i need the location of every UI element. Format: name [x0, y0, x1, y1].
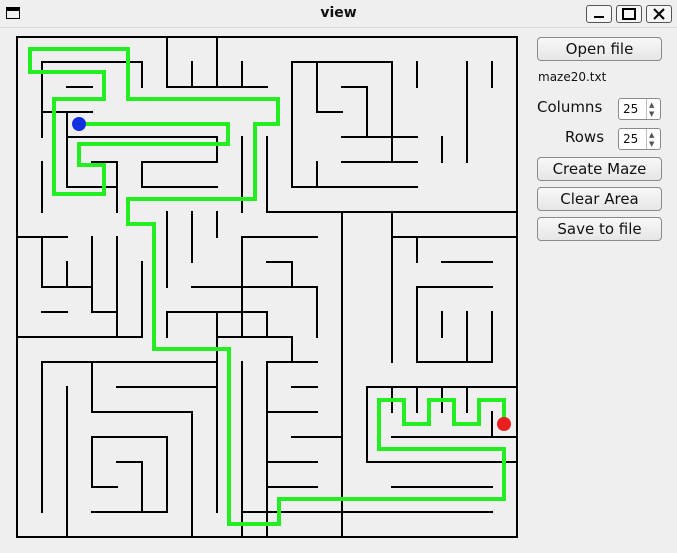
- save-file-button[interactable]: Save to file: [537, 217, 662, 241]
- minimize-button[interactable]: [586, 5, 612, 23]
- maze-grid[interactable]: [13, 32, 522, 541]
- maze-canvas[interactable]: [13, 32, 522, 541]
- rows-up-icon[interactable]: ▲: [649, 131, 654, 139]
- maximize-icon: [622, 8, 636, 20]
- close-button[interactable]: [646, 5, 672, 23]
- open-file-button[interactable]: Open file: [537, 37, 662, 61]
- window-title: view: [320, 5, 357, 21]
- end-marker: [497, 417, 511, 431]
- columns-down-icon[interactable]: ▼: [649, 110, 654, 118]
- columns-up-icon[interactable]: ▲: [649, 101, 654, 109]
- rows-value[interactable]: 25: [623, 132, 638, 146]
- rows-down-icon[interactable]: ▼: [649, 140, 654, 148]
- columns-value[interactable]: 25: [623, 102, 638, 116]
- start-marker: [72, 117, 86, 131]
- rows-spinbox[interactable]: 25 ▲ ▼: [618, 128, 661, 150]
- columns-label: Columns: [537, 98, 603, 116]
- close-icon: [653, 8, 665, 20]
- title-bar: view: [0, 0, 677, 28]
- create-maze-button[interactable]: Create Maze: [537, 157, 662, 181]
- columns-spinbox[interactable]: 25 ▲ ▼: [618, 98, 661, 120]
- minimize-icon: [594, 16, 604, 18]
- file-name-label: maze20.txt: [538, 70, 607, 84]
- clear-area-button[interactable]: Clear Area: [537, 187, 662, 211]
- maze-walls: [16, 36, 518, 538]
- rows-label: Rows: [565, 128, 605, 146]
- maximize-button[interactable]: [616, 5, 642, 23]
